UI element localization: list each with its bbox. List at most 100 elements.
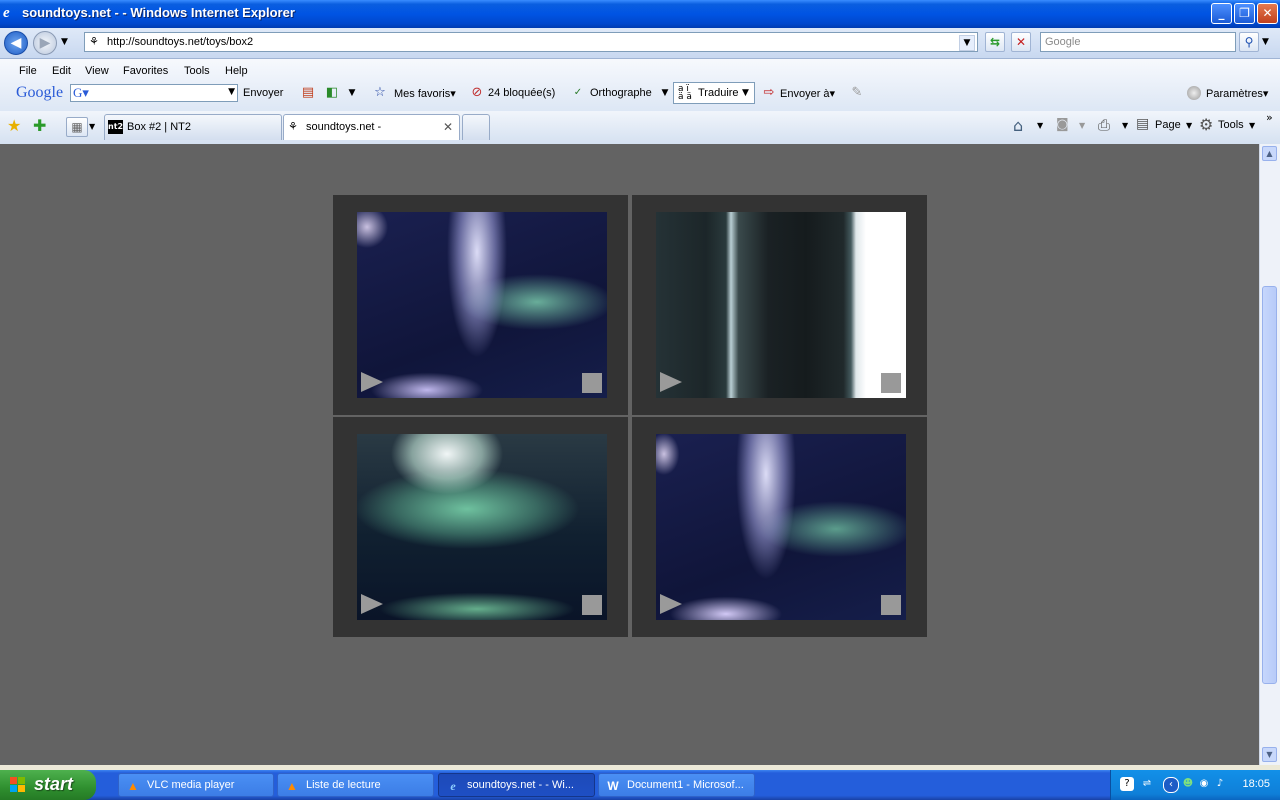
translate-button[interactable]: a ïä ä Traduire ▼ [673,82,755,104]
tab-box2-nt2[interactable]: nt2 Box #2 | NT2 [104,114,282,140]
start-button[interactable]: start [0,770,96,800]
chevron-down-icon[interactable]: ▼ [1122,121,1128,130]
play-icon[interactable] [361,372,383,392]
video-cell-3 [333,417,628,637]
clock: 18:05 [1242,778,1270,790]
page-icon: ▤ [1136,116,1150,132]
tab-label: Box #2 | NT2 [127,121,191,133]
taskbar-item-word[interactable]: W Document1 - Microsof... [598,773,755,797]
settings-icon [1187,86,1201,100]
menu-edit[interactable]: Edit [52,65,71,77]
feeds-icon[interactable]: ◙ [1056,117,1069,132]
url-dropdown-icon[interactable]: ▼ [959,35,975,51]
stop-icon[interactable] [881,373,901,393]
video-player-4[interactable] [656,434,906,620]
page-menu-button[interactable]: Page [1155,119,1181,131]
bookmark-star-icon[interactable]: ◧ [324,85,340,101]
search-options-dropdown[interactable]: ▼ [1262,37,1269,47]
google-send-button[interactable]: Envoyer [243,87,283,99]
chevron-down-icon[interactable]: ▼ [1079,121,1085,130]
volume-icon[interactable]: ♪ [1213,777,1227,791]
stop-icon[interactable]: ✕ [1011,32,1031,52]
menu-view[interactable]: View [85,65,109,77]
scroll-up-icon[interactable]: ▲ [1262,146,1277,161]
video-player-1[interactable] [357,212,607,398]
menu-tools[interactable]: Tools [184,65,210,77]
spellcheck-button[interactable]: Orthographe [590,87,652,99]
settings-button[interactable]: Paramètres▾ [1206,87,1268,100]
word-icon: W [607,779,619,793]
window-title: soundtoys.net - - Windows Internet Explo… [22,5,295,20]
highlight-icon[interactable]: ✎ [849,85,865,101]
send-to-icon: ⇨ [763,85,775,100]
scroll-down-icon[interactable]: ▼ [1262,747,1277,762]
chevron-down-icon[interactable]: ▼ [344,85,360,101]
close-button[interactable]: ✕ [1257,3,1278,24]
video-player-3[interactable] [357,434,607,620]
tab-bar: ★ ✚ ▦ ▼ nt2 Box #2 | NT2 ⚘ soundtoys.net… [0,111,1280,145]
chevron-down-icon[interactable]: ▼ [657,85,673,101]
send-to-button[interactable]: Envoyer à▾ [780,87,835,100]
stop-icon[interactable] [582,595,602,615]
close-tab-icon[interactable]: ✕ [443,120,453,134]
new-tab-button[interactable] [462,114,490,140]
site-icon: ⚘ [288,120,298,133]
page-viewport [0,144,1259,765]
favorites-center-icon[interactable]: ★ [7,116,21,135]
search-input[interactable]: Google [1040,32,1236,52]
chevron-down-icon[interactable]: ▼ [742,88,749,98]
stop-icon[interactable] [582,373,602,393]
help-icon[interactable]: ? [1120,777,1134,791]
print-icon[interactable]: ⎙ [1098,116,1110,134]
popup-blocker-icon[interactable]: ▤ [300,85,316,101]
star-outline-icon[interactable]: ☆ [372,85,388,101]
video-cell-2 [632,195,927,415]
home-icon[interactable]: ⌂ [1013,116,1023,135]
recent-pages-dropdown[interactable]: ▼ [61,37,68,47]
play-icon[interactable] [660,594,682,614]
blocked-popups-button[interactable]: 24 bloquée(s) [488,87,555,99]
system-tray: ? ⇌ ‹ ☻ ◉ ♪ 18:05 [1110,770,1280,800]
refresh-icon[interactable]: ⇆ [985,32,1005,52]
minimize-button[interactable]: _ [1211,3,1232,24]
add-to-favorites-icon[interactable]: ✚ [33,116,46,135]
forward-button[interactable]: ▶ [33,31,57,55]
translate-icon: a ïä ä [678,84,692,102]
back-button[interactable]: ◀ [4,31,28,55]
menu-help[interactable]: Help [225,65,248,77]
tools-menu-button[interactable]: Tools [1218,119,1244,131]
vertical-scrollbar[interactable]: ▲ ▼ [1259,144,1280,765]
language-icon[interactable]: ⇌ [1140,777,1154,791]
maximize-button[interactable]: ❐ [1234,3,1255,24]
stop-icon[interactable] [881,595,901,615]
play-icon[interactable] [361,594,383,614]
chevron-down-icon[interactable]: ▼ [1186,121,1192,130]
window-title-bar[interactable]: e soundtoys.net - - Windows Internet Exp… [0,0,1280,28]
my-favorites-button[interactable]: Mes favoris▾ [394,87,456,100]
taskbar-item-playlist[interactable]: ▲ Liste de lecture [277,773,434,797]
play-icon[interactable] [660,372,682,392]
menu-favorites[interactable]: Favorites [123,65,168,77]
show-hidden-icons[interactable]: ‹ [1163,777,1179,793]
taskbar-item-vlc[interactable]: ▲ VLC media player [118,773,274,797]
chevron-down-icon[interactable]: ▼ [1249,121,1255,130]
network-icon[interactable]: ◉ [1197,777,1211,791]
video-player-2[interactable] [656,212,906,398]
chevron-down-icon[interactable]: ▼ [1037,121,1043,130]
tab-soundtoys[interactable]: ⚘ soundtoys.net - ✕ [283,114,460,140]
ie-icon: e [3,5,10,21]
google-input-dropdown-icon[interactable]: ▼ [228,87,235,97]
gear-icon: ⚙ [1199,115,1214,134]
search-icon[interactable]: ⚲ [1239,32,1259,52]
google-g-icon[interactable]: G▾ [73,85,89,101]
tab-list-dropdown[interactable]: ▼ [89,117,101,137]
toolbar-overflow-icon[interactable]: » [1266,111,1273,124]
url-field[interactable]: ⚘ http://soundtoys.net/toys/box2 ▼ [84,32,978,52]
scrollbar-thumb[interactable] [1262,286,1277,684]
taskbar-item-ie[interactable]: e soundtoys.net - - Wi... [438,773,595,797]
google-search-input[interactable]: G▾ ▼ [70,84,238,102]
quick-tabs-icon[interactable]: ▦ [66,117,88,137]
messenger-icon[interactable]: ☻ [1181,777,1195,791]
menu-file[interactable]: File [19,65,37,77]
search-placeholder: Google [1045,36,1081,48]
